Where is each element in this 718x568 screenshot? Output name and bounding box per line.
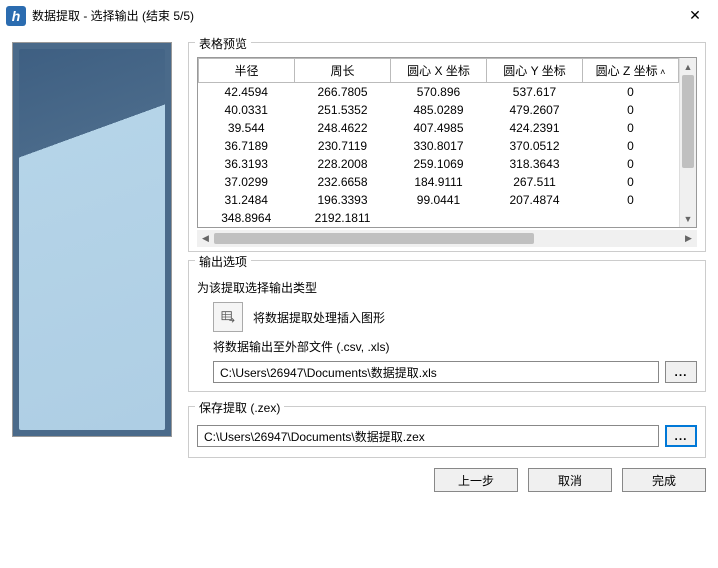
- table-insert-icon: [220, 309, 236, 325]
- table-cell: 248.4622: [295, 119, 391, 137]
- prev-button[interactable]: 上一步: [434, 468, 518, 492]
- horizontal-scroll-thumb[interactable]: [214, 233, 534, 244]
- table-cell: 39.544: [199, 119, 295, 137]
- vertical-scrollbar[interactable]: ▲ ▼: [679, 58, 696, 227]
- save-path-input[interactable]: [197, 425, 659, 447]
- export-browse-button[interactable]: ...: [665, 361, 697, 383]
- dialog-footer: 上一步 取消 完成: [0, 458, 718, 504]
- table-cell: 537.617: [487, 83, 583, 102]
- table-cell: 232.6658: [295, 173, 391, 191]
- table-cell: 228.2008: [295, 155, 391, 173]
- column-header[interactable]: 圆心 Z 坐标 ˄: [583, 59, 679, 83]
- scroll-up-arrow-icon[interactable]: ▲: [680, 58, 696, 75]
- output-options-group: 输出选项 为该提取选择输出类型 将数据提取处理插入图形 将数据输出至外部文件 (…: [188, 260, 706, 392]
- cancel-button[interactable]: 取消: [528, 468, 612, 492]
- table-cell: 37.0299: [199, 173, 295, 191]
- table-cell: 184.9111: [391, 173, 487, 191]
- export-external-label: 将数据输出至外部文件 (.csv, .xls): [197, 338, 697, 355]
- vertical-scroll-thumb[interactable]: [682, 75, 694, 168]
- sort-arrow-icon: ˄: [658, 67, 666, 77]
- table-row[interactable]: 39.544248.4622407.4985424.23910: [199, 119, 679, 137]
- table-cell: 0: [583, 191, 679, 209]
- table-cell: 36.7189: [199, 137, 295, 155]
- scroll-left-arrow-icon[interactable]: ◀: [197, 233, 214, 244]
- table-cell: 0: [583, 101, 679, 119]
- table-cell: 348.8964: [199, 209, 295, 227]
- output-options-title: 输出选项: [195, 253, 251, 270]
- table-row[interactable]: 31.2484196.339399.0441207.48740: [199, 191, 679, 209]
- table-row[interactable]: 42.4594266.7805570.896537.6170: [199, 83, 679, 102]
- table-cell: 318.3643: [487, 155, 583, 173]
- table-row[interactable]: 348.89642192.1811: [199, 209, 679, 227]
- table-cell: 0: [583, 155, 679, 173]
- table-cell: 266.7805: [295, 83, 391, 102]
- table-cell: 207.4874: [487, 191, 583, 209]
- app-icon: h: [6, 6, 26, 26]
- table-cell: 36.3193: [199, 155, 295, 173]
- table-cell: 251.5352: [295, 101, 391, 119]
- table-cell: 0: [583, 119, 679, 137]
- column-header[interactable]: 周长: [295, 59, 391, 83]
- table-cell: 259.1069: [391, 155, 487, 173]
- table-cell: 330.8017: [391, 137, 487, 155]
- table-preview-group: 表格预览 半径周长圆心 X 坐标圆心 Y 坐标圆心 Z 坐标 ˄ 42.4594…: [188, 42, 706, 252]
- horizontal-scrollbar[interactable]: ◀ ▶: [197, 230, 697, 247]
- scroll-down-arrow-icon[interactable]: ▼: [680, 210, 696, 227]
- export-path-input[interactable]: [213, 361, 659, 383]
- table-cell: 370.0512: [487, 137, 583, 155]
- titlebar: h 数据提取 - 选择输出 (结束 5/5) ✕: [0, 0, 718, 32]
- table-cell: 40.0331: [199, 101, 295, 119]
- table-wrapper: 半径周长圆心 X 坐标圆心 Y 坐标圆心 Z 坐标 ˄ 42.4594266.7…: [197, 57, 697, 228]
- save-extraction-title: 保存提取 (.zex): [195, 399, 284, 416]
- table-cell: [391, 209, 487, 227]
- table-cell: [583, 209, 679, 227]
- column-header[interactable]: 半径: [199, 59, 295, 83]
- table-row[interactable]: 40.0331251.5352485.0289479.26070: [199, 101, 679, 119]
- insert-into-drawing-label: 将数据提取处理插入图形: [253, 309, 385, 326]
- table-cell: 42.4594: [199, 83, 295, 102]
- table-cell: [487, 209, 583, 227]
- output-subtitle: 为该提取选择输出类型: [197, 279, 697, 296]
- table-cell: 31.2484: [199, 191, 295, 209]
- column-header[interactable]: 圆心 X 坐标: [391, 59, 487, 83]
- table-preview-title: 表格预览: [195, 35, 251, 52]
- table-cell: 0: [583, 83, 679, 102]
- finish-button[interactable]: 完成: [622, 468, 706, 492]
- preview-thumbnail: [12, 42, 172, 437]
- preview-table[interactable]: 半径周长圆心 X 坐标圆心 Y 坐标圆心 Z 坐标 ˄ 42.4594266.7…: [198, 58, 679, 227]
- table-row[interactable]: 36.7189230.7119330.8017370.05120: [199, 137, 679, 155]
- close-button[interactable]: ✕: [672, 0, 718, 32]
- table-cell: 407.4985: [391, 119, 487, 137]
- table-cell: 570.896: [391, 83, 487, 102]
- insert-into-drawing-button[interactable]: [213, 302, 243, 332]
- table-cell: 485.0289: [391, 101, 487, 119]
- table-row[interactable]: 37.0299232.6658184.9111267.5110: [199, 173, 679, 191]
- table-cell: 196.3393: [295, 191, 391, 209]
- scroll-right-arrow-icon[interactable]: ▶: [680, 233, 697, 244]
- table-cell: 0: [583, 137, 679, 155]
- table-cell: 267.511: [487, 173, 583, 191]
- table-cell: 2192.1811: [295, 209, 391, 227]
- table-cell: 99.0441: [391, 191, 487, 209]
- table-cell: 479.2607: [487, 101, 583, 119]
- save-browse-button[interactable]: ...: [665, 425, 697, 447]
- window-title: 数据提取 - 选择输出 (结束 5/5): [32, 7, 194, 24]
- table-row[interactable]: 36.3193228.2008259.1069318.36430: [199, 155, 679, 173]
- table-cell: 230.7119: [295, 137, 391, 155]
- save-extraction-group: 保存提取 (.zex) ...: [188, 406, 706, 458]
- table-cell: 0: [583, 173, 679, 191]
- column-header[interactable]: 圆心 Y 坐标: [487, 59, 583, 83]
- table-cell: 424.2391: [487, 119, 583, 137]
